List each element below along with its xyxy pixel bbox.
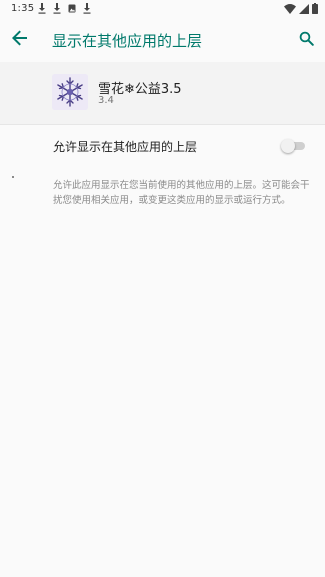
- page-title: 显示在其他应用的上层: [52, 32, 203, 50]
- signal-icon: [299, 3, 309, 14]
- search-icon: [299, 31, 314, 46]
- permission-toggle-row[interactable]: 允许显示在其他应用的上层: [0, 125, 325, 169]
- snowflake-logo-icon: [52, 74, 88, 110]
- app-header: 雪花❄公益3.5 3.4: [0, 62, 325, 124]
- app-version: 3.4: [98, 95, 114, 106]
- download-icon: [53, 3, 61, 14]
- notification-icons: [38, 3, 91, 14]
- status-bar: 1:35: [0, 0, 325, 18]
- wifi-icon: [284, 3, 296, 14]
- app-icon: [52, 74, 88, 110]
- download-icon: [38, 3, 46, 14]
- system-icons: [284, 3, 318, 14]
- status-time: 1:35: [11, 3, 35, 14]
- switch-thumb: [281, 139, 295, 153]
- app-bar: 显示在其他应用的上层: [0, 18, 325, 60]
- back-button[interactable]: [9, 27, 31, 49]
- stray-mark: [12, 176, 14, 178]
- download-icon: [83, 3, 91, 14]
- arrow-back-icon: [12, 30, 27, 46]
- permission-toggle-switch[interactable]: [281, 138, 306, 154]
- permission-description: 允许此应用显示在您当前使用的其他应用的上层。这可能会干扰您使用相关应用，或变更这…: [53, 180, 310, 206]
- battery-icon: [312, 3, 318, 14]
- search-button[interactable]: [295, 27, 317, 49]
- permission-toggle-label: 允许显示在其他应用的上层: [53, 140, 198, 154]
- picture-icon: [68, 4, 76, 13]
